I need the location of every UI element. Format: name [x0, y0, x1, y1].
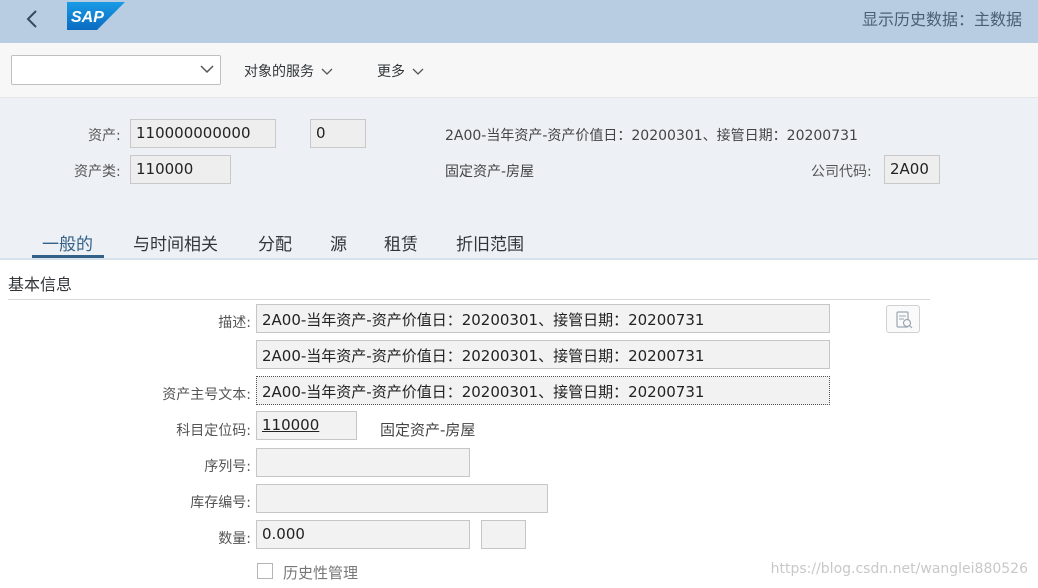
quantity-field[interactable]: 0.000 [256, 520, 470, 549]
chevron-down-icon [412, 68, 424, 75]
tab-divider [0, 258, 1038, 260]
page-title: 显示历史数据：主数据 [861, 10, 1022, 29]
inventory-number-field[interactable] [256, 484, 548, 513]
command-field[interactable] [11, 55, 221, 85]
tab-general[interactable]: 一般的 [42, 230, 93, 255]
back-button[interactable] [18, 4, 48, 34]
main-text-field[interactable]: 2A00-当年资产-资产价值日：20200301、接管日期：20200731 [256, 376, 830, 405]
toolbar: 对象的服务 更多 [0, 43, 1038, 98]
tab-bar: 一般的 与时间相关 分配 源 租赁 折旧范围 [0, 226, 1038, 258]
account-determination-label: 科目定位码: [176, 423, 251, 439]
tab-time-dependent[interactable]: 与时间相关 [133, 230, 218, 255]
quantity-label: 数量: [218, 531, 251, 547]
asset-class-label: 资产类: [74, 164, 121, 180]
description-label: 描述: [218, 315, 251, 331]
sub-number-field[interactable]: 0 [310, 119, 366, 148]
chevron-left-icon [26, 10, 37, 28]
inventory-number-label: 库存编号: [190, 495, 251, 511]
more-menu-button[interactable]: 更多 [377, 61, 424, 81]
account-determination-field[interactable]: 110000 [256, 411, 357, 440]
history-checkbox[interactable] [257, 563, 273, 579]
shell-bar: SAP 显示历史数据：主数据 [0, 0, 1038, 43]
chevron-down-icon [200, 65, 214, 74]
chevron-down-icon [321, 68, 333, 75]
description-field-2[interactable]: 2A00-当年资产-资产价值日：20200301、接管日期：20200731 [256, 340, 830, 369]
section-title: 基本信息 [8, 275, 73, 294]
tab-depreciation-areas[interactable]: 折旧范围 [456, 230, 524, 255]
long-text-button[interactable] [886, 305, 920, 333]
section-divider [8, 299, 930, 300]
main-text-label: 资产主号文本: [162, 387, 251, 403]
tab-leasing[interactable]: 租赁 [384, 230, 418, 255]
more-menu-label: 更多 [377, 64, 405, 80]
watermark: https://blog.csdn.net/wanglei880526 [770, 561, 1028, 577]
services-menu-label: 对象的服务 [244, 64, 314, 80]
asset-number-field[interactable]: 110000000000 [130, 119, 276, 148]
account-determination-value[interactable]: 110000 [262, 416, 319, 434]
sap-logo: SAP [67, 2, 125, 30]
long-text-icon [896, 311, 913, 329]
svg-text:SAP: SAP [71, 9, 104, 26]
tab-allocations[interactable]: 分配 [258, 230, 292, 255]
asset-class-field[interactable]: 110000 [130, 155, 231, 184]
services-menu-button[interactable]: 对象的服务 [244, 61, 333, 81]
unit-field[interactable] [481, 520, 526, 549]
asset-class-text: 固定资产-房屋 [445, 164, 535, 180]
company-code-field[interactable]: 2A00 [884, 155, 940, 184]
asset-description-text: 2A00-当年资产-资产价值日：20200301、接管日期：20200731 [445, 128, 858, 144]
history-checkbox-label: 历史性管理 [283, 564, 359, 582]
serial-number-field[interactable] [256, 448, 470, 477]
account-determination-text: 固定资产-房屋 [380, 421, 476, 439]
description-field-1[interactable]: 2A00-当年资产-资产价值日：20200301、接管日期：20200731 [256, 304, 830, 333]
asset-label: 资产: [88, 128, 121, 144]
company-code-label: 公司代码: [811, 164, 872, 180]
serial-number-label: 序列号: [204, 459, 251, 475]
tab-origin[interactable]: 源 [330, 230, 347, 255]
